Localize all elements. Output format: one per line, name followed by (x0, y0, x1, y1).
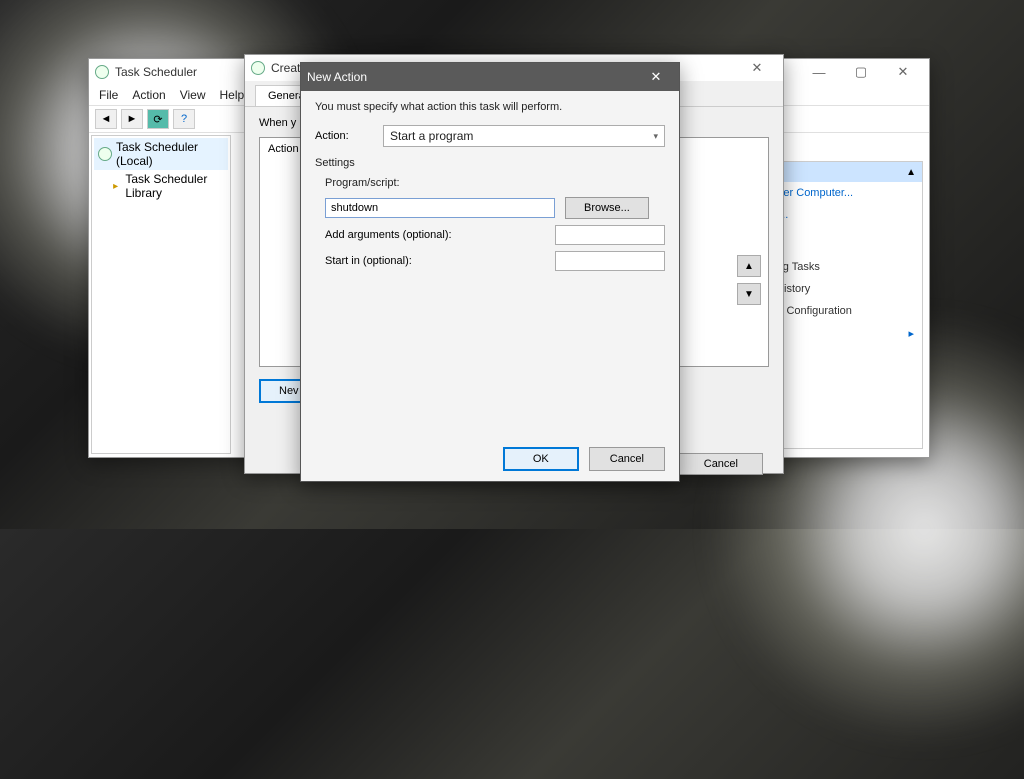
toolbar-refresh-button[interactable]: ⟳ (147, 109, 169, 129)
tree-lib-label: Task Scheduler Library (125, 172, 224, 200)
chevron-down-icon: ▾ (653, 131, 658, 142)
clock-icon (95, 65, 109, 79)
folder-icon: ▸ (110, 179, 121, 193)
maximize-button[interactable]: ▢ (841, 60, 881, 84)
na-titlebar[interactable]: New Action ✕ (301, 63, 679, 91)
cancel-button[interactable]: Cancel (589, 447, 665, 471)
menu-file[interactable]: File (99, 88, 118, 102)
clock-icon (251, 61, 265, 75)
start-in-input[interactable] (555, 251, 665, 271)
tree-panel: Task Scheduler (Local) ▸ Task Scheduler … (91, 135, 231, 454)
new-action-dialog: New Action ✕ You must specify what actio… (300, 62, 680, 482)
reorder-controls: ▲ ▼ (737, 255, 761, 305)
startin-label: Start in (optional): (325, 255, 545, 267)
nav-fwd-button[interactable]: ► (121, 109, 143, 129)
close-button[interactable]: ✕ (737, 56, 777, 80)
nav-back-button[interactable]: ◄ (95, 109, 117, 129)
move-down-button[interactable]: ▼ (737, 283, 761, 305)
tree-library[interactable]: ▸ Task Scheduler Library (94, 170, 228, 202)
args-label: Add arguments (optional): (325, 229, 545, 241)
settings-heading: Settings (315, 157, 665, 169)
na-instruction: You must specify what action this task w… (315, 101, 665, 113)
action-label: Action: (315, 130, 373, 142)
browse-button[interactable]: Browse... (565, 197, 649, 219)
close-button[interactable]: ✕ (639, 65, 673, 89)
minimize-button[interactable]: — (799, 60, 839, 84)
action-dropdown[interactable]: Start a program ▾ (383, 125, 665, 147)
close-button[interactable]: ✕ (883, 60, 923, 84)
arguments-input[interactable] (555, 225, 665, 245)
menu-action[interactable]: Action (132, 88, 165, 102)
program-label: Program/script: (325, 177, 665, 189)
tree-root[interactable]: Task Scheduler (Local) (94, 138, 228, 170)
na-title: New Action (307, 70, 639, 84)
tree-root-label: Task Scheduler (Local) (116, 140, 224, 168)
menu-view[interactable]: View (180, 88, 206, 102)
move-up-button[interactable]: ▲ (737, 255, 761, 277)
toolbar-help-button[interactable]: ? (173, 109, 195, 129)
program-script-input[interactable] (325, 198, 555, 218)
collapse-icon[interactable]: ▲ (906, 167, 916, 178)
menu-help[interactable]: Help (220, 88, 245, 102)
action-selected-value: Start a program (390, 129, 473, 143)
cancel-button[interactable]: Cancel (679, 453, 763, 475)
clock-icon (98, 147, 112, 161)
ok-button[interactable]: OK (503, 447, 579, 471)
